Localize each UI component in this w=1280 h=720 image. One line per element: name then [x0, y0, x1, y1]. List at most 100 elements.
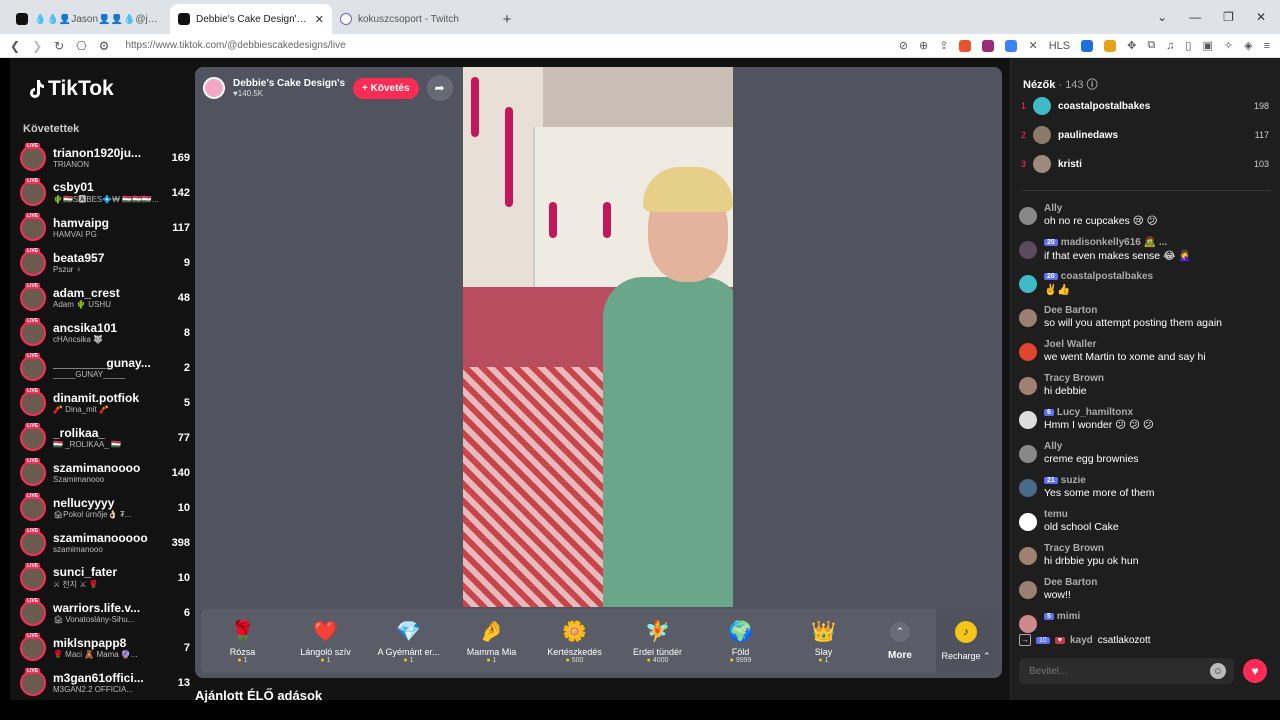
sidebar-account[interactable]: ancsika101cHAncsika 🐺 8	[20, 315, 190, 350]
avatar[interactable]	[1019, 275, 1037, 293]
gift-item[interactable]: 💎 A Gyémánt er...1	[367, 619, 450, 664]
gift-item[interactable]: 🌹 Rózsa1	[201, 619, 284, 664]
forward-icon[interactable]: ❯	[32, 39, 42, 53]
top-viewer-row[interactable]: 1 coastalpostalbakes 198	[1021, 95, 1269, 117]
avatar[interactable]	[1019, 445, 1037, 463]
sidebar-account[interactable]: szamimanooooSzamimanooo 140	[20, 455, 190, 490]
message-user[interactable]: Tracy Brown	[1044, 543, 1274, 554]
avatar[interactable]	[1019, 309, 1037, 327]
puzzle-icon[interactable]: ✥	[1127, 39, 1136, 52]
message-username[interactable]: Lucy_hamiltonx	[1057, 407, 1133, 418]
message-username[interactable]: Ally	[1044, 441, 1062, 452]
gift-item[interactable]: ❤️ Lángoló szív1	[284, 619, 367, 664]
share-icon[interactable]: ⇪	[939, 39, 948, 52]
avatar[interactable]	[1019, 207, 1037, 225]
message-username[interactable]: Dee Barton	[1044, 577, 1097, 588]
message-username[interactable]: madisonkelly616 🧟 ...	[1061, 237, 1167, 248]
message-user[interactable]: Dee Barton	[1044, 305, 1274, 316]
browser-tab-3[interactable]: kokuszcsoport - Twitch	[332, 4, 494, 34]
gift-item[interactable]: 👑 Slay1	[782, 619, 865, 664]
avatar[interactable]	[1019, 343, 1037, 361]
music-icon[interactable]: ♫	[1166, 40, 1174, 52]
message-user[interactable]: Joel Waller	[1044, 339, 1274, 350]
sidebar-account[interactable]: nellucyyyy🏚Pokol úrnője👌🏻 ₮... 10	[20, 490, 190, 525]
top-viewer-row[interactable]: 2 paulinedaws 117	[1021, 124, 1269, 146]
host-avatar[interactable]	[203, 77, 225, 99]
sidebar-account[interactable]: sunci_fater⚔ 천지 ⚔ 🌹 10	[20, 560, 190, 595]
gift-item[interactable]: 🧚 Erdei tündér4000	[616, 619, 699, 664]
message-user[interactable]: temu	[1044, 509, 1274, 520]
tab-search-icon[interactable]: ⌄	[1157, 10, 1167, 24]
wallet-icon[interactable]: ▣	[1202, 39, 1212, 52]
reload-icon[interactable]: ↻	[54, 39, 64, 53]
gift-item[interactable]: 🌍 Föld9999	[699, 619, 782, 664]
brave-shield-icon[interactable]	[959, 39, 972, 52]
tiktok-logo[interactable]: TikTok	[28, 77, 114, 101]
avatar[interactable]	[1019, 411, 1037, 429]
follow-button[interactable]: + Követés	[353, 77, 419, 99]
avatar[interactable]	[1019, 513, 1037, 531]
leo-icon[interactable]: ✧	[1224, 39, 1233, 52]
sidebar-account[interactable]: warriors.life.v...🏚 Vonatoslány-Sihu... 6	[20, 595, 190, 630]
share-arrow-icon[interactable]: ➦	[426, 75, 453, 101]
avatar[interactable]	[1019, 547, 1037, 565]
message-user[interactable]: 20 coastalpostalbakes	[1044, 271, 1274, 282]
avatar[interactable]	[1019, 241, 1037, 259]
gift-item[interactable]: 🌼 Kertészkedés500	[533, 619, 616, 664]
address-bar[interactable]: https://www.tiktok.com/@debbiescakedesig…	[125, 40, 345, 51]
sidebar-account[interactable]: beata957Pszur ♀ 9	[20, 245, 190, 280]
message-username[interactable]: suzie	[1061, 475, 1086, 486]
extension-icon[interactable]	[1081, 39, 1094, 52]
close-tab-icon[interactable]: ✕	[315, 13, 324, 26]
sidebar-account[interactable]: miklsnpapp8🌹 Maci 🧸 Mama 🔮... 7	[20, 630, 190, 665]
host-name[interactable]: Debbie's Cake Design's	[233, 78, 345, 89]
avatar[interactable]	[1019, 479, 1037, 497]
sidebar-icon[interactable]: ▯	[1185, 39, 1191, 52]
media-icon[interactable]: ⧉	[1147, 39, 1155, 52]
extension-icon[interactable]: ✕	[1028, 39, 1037, 52]
heart-icon[interactable]: ♥	[1243, 659, 1267, 683]
sidebar-account[interactable]: m3gan61offici...M3GAN2.2 OFFICIA... 13	[20, 665, 190, 700]
avatar[interactable]	[1019, 615, 1037, 633]
message-username[interactable]: Tracy Brown	[1044, 543, 1104, 554]
message-username[interactable]: Ally	[1044, 203, 1062, 214]
chat-input[interactable]	[1019, 658, 1234, 684]
browser-tab-1[interactable]: 💧💧👤Jason👤👤💧@jason_sm	[8, 4, 170, 34]
avatar[interactable]	[1019, 377, 1037, 395]
gift-item[interactable]: 🤌 Mamma Mia1	[450, 619, 533, 664]
message-username[interactable]: Tracy Brown	[1044, 373, 1104, 384]
live-video[interactable]	[463, 67, 733, 607]
info-icon[interactable]: ⓘ	[1087, 79, 1098, 91]
zoom-icon[interactable]: ⊕	[919, 39, 928, 52]
message-user[interactable]: Ally	[1044, 203, 1274, 214]
close-window-icon[interactable]: ✕	[1256, 10, 1266, 24]
sidebar-account[interactable]: dinamit.potfiok🧨 Dina_mit 🧨 5	[20, 385, 190, 420]
sidebar-account[interactable]: ________gunay..._____GUNAY_____ 2	[20, 350, 190, 385]
sidebar-account[interactable]: _rolikaa_🇭🇺 _ROLIKAA_ 🇭🇺 77	[20, 420, 190, 455]
sidebar-account[interactable]: szamimanoooooszamimanooo 398	[20, 525, 190, 560]
browser-tab-2[interactable]: Debbie's Cake Design's (@de ✕	[170, 4, 332, 34]
extension-icon[interactable]	[1005, 39, 1018, 52]
maximize-icon[interactable]: ❐	[1223, 10, 1234, 24]
hls-icon[interactable]: HLS	[1049, 40, 1070, 52]
new-tab-button[interactable]: +	[494, 4, 520, 34]
message-user[interactable]: 20 madisonkelly616 🧟 ...	[1044, 237, 1274, 248]
sidebar-account[interactable]: csby01🌵🇭🇺S🅰BES💠₩ 🇭🇺🇭🇺🇭🇺... 142	[20, 175, 190, 210]
avatar[interactable]	[1019, 581, 1037, 599]
message-user[interactable]: Tracy Brown	[1044, 373, 1274, 384]
emoji-icon[interactable]: ☺	[1210, 663, 1226, 679]
sidebar-account[interactable]: trianon1920ju...TRIANON 169	[20, 140, 190, 175]
vpn-icon[interactable]: ◈	[1244, 39, 1252, 52]
recharge-button[interactable]: ♪ Recharge ⌃	[936, 609, 996, 673]
minimize-icon[interactable]: —	[1189, 10, 1201, 24]
message-user[interactable]: Ally	[1044, 441, 1274, 452]
more-gifts-button[interactable]: ⌃ More	[865, 621, 935, 661]
message-user[interactable]: 6 Lucy_hamiltonx	[1044, 407, 1274, 418]
message-username[interactable]: temu	[1044, 509, 1068, 520]
sidebar-account[interactable]: adam_crestAdam 🌵 USHU 48	[20, 280, 190, 315]
message-user[interactable]: Dee Barton	[1044, 577, 1274, 588]
menu-icon[interactable]: ≡	[1264, 40, 1270, 52]
message-user[interactable]: 5 mimi	[1044, 611, 1274, 622]
brave-rewards-icon[interactable]	[982, 39, 995, 52]
bookmark-icon[interactable]: ⎔	[76, 39, 86, 53]
